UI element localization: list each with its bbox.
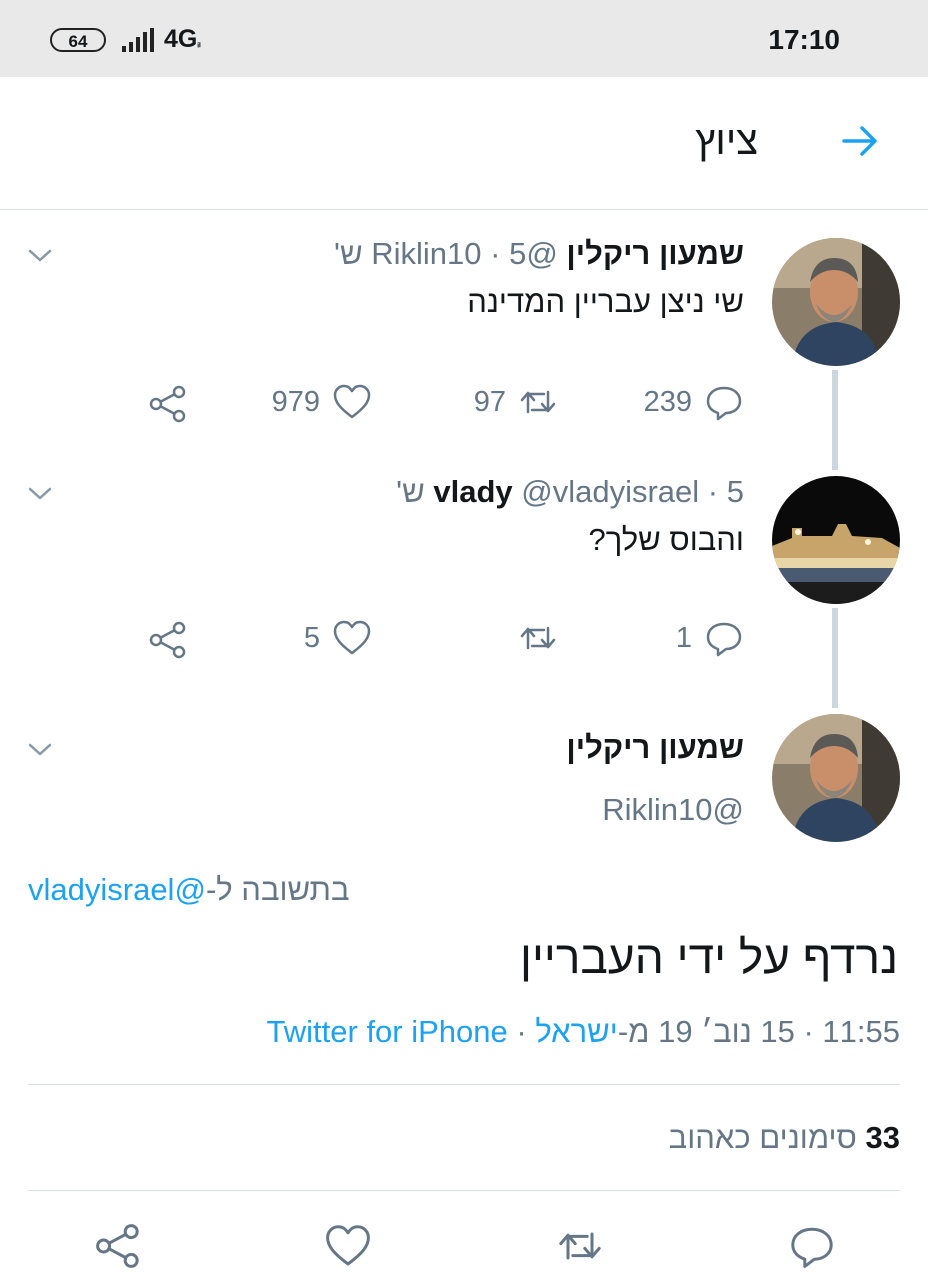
likes-summary[interactable]: 33 סימונים כאהוב	[669, 1120, 900, 1156]
heart-icon	[333, 620, 371, 655]
display-name[interactable]: שמעון ריקלין	[566, 236, 744, 271]
heart-icon	[333, 384, 371, 419]
avatar[interactable]	[772, 238, 900, 366]
share-icon[interactable]	[148, 384, 188, 424]
signal-icon	[122, 28, 154, 52]
reply-count: 1	[675, 621, 692, 654]
like-count: 5	[303, 621, 320, 654]
chevron-down-icon[interactable]	[28, 486, 52, 502]
retweet-icon[interactable]	[556, 1222, 604, 1270]
reply-prefix: בתשובה ל-	[205, 872, 350, 907]
handle[interactable]: @vladyisrael	[521, 474, 699, 509]
divider	[28, 1084, 900, 1085]
tweet-text: שי ניצן עבריין המדינה	[467, 284, 744, 319]
tweet-datetime: 11:55 · 15 נוב׳ 19 מ-	[617, 1014, 900, 1049]
thread-line	[832, 370, 838, 470]
like-action[interactable]: 5	[304, 618, 372, 658]
reply-to: בתשובה ל-@vladyisrael	[28, 872, 350, 908]
tweet-info: 11:55 · 15 נוב׳ 19 מ-ישראל · Twitter for…	[267, 1014, 900, 1050]
status-bar: 64 4Gᵢₗ 17:10	[0, 0, 928, 77]
location-link[interactable]: ישראל	[535, 1014, 618, 1049]
likes-count: 33	[865, 1120, 900, 1155]
avatar-photo	[772, 238, 900, 366]
dot-separator: ·	[490, 236, 501, 271]
retweet-icon	[520, 390, 556, 414]
dot-separator: ·	[707, 474, 719, 509]
header: ציוץ	[0, 77, 928, 210]
like-count: 979	[271, 385, 320, 418]
retweet-action[interactable]: 97	[474, 382, 558, 422]
client-link[interactable]: Twitter for iPhone	[267, 1014, 508, 1049]
info-separator: ·	[507, 1014, 536, 1049]
reply-count: 239	[643, 385, 692, 418]
tweet-text: והבוס שלך?	[588, 522, 744, 557]
tweet-header: vlady @vladyisrael · 5 ש'	[396, 474, 744, 510]
main-display-name[interactable]: שמעון ריקלין	[566, 730, 744, 766]
network-indicator: 4Gᵢₗ	[164, 25, 201, 54]
chevron-down-icon[interactable]	[28, 248, 52, 264]
share-icon[interactable]	[94, 1222, 142, 1270]
main-handle[interactable]: @Riklin10	[602, 792, 744, 828]
page-title: ציוץ	[695, 119, 758, 163]
handle[interactable]: @Riklin10	[371, 236, 558, 271]
tweet-header: שמעון ריקלין @Riklin10 · 5 ש'	[334, 236, 744, 272]
reply-action[interactable]: 239	[644, 382, 744, 422]
like-action[interactable]: 979	[272, 382, 372, 422]
avatar[interactable]	[772, 714, 900, 842]
heart-icon[interactable]	[324, 1222, 372, 1270]
reply-icon	[706, 386, 742, 421]
reply-action[interactable]: 1	[676, 618, 744, 658]
reply-icon[interactable]	[788, 1222, 836, 1270]
reply-icon	[706, 622, 742, 657]
retweet-count: 97	[473, 385, 506, 418]
display-name[interactable]: שמעון ריקלין	[566, 730, 744, 765]
avatar-photo	[772, 714, 900, 842]
avatar[interactable]	[772, 476, 900, 604]
main-tweet-text: נרדף על ידי העבריין	[520, 931, 898, 983]
network-sub: ᵢₗ	[197, 38, 201, 50]
retweet-icon	[520, 626, 556, 650]
network-label: 4G	[164, 25, 198, 53]
display-name[interactable]: vlady	[433, 474, 512, 509]
chevron-down-icon[interactable]	[28, 742, 52, 758]
divider	[28, 1190, 900, 1191]
reply-handle-link[interactable]: @vladyisrael	[28, 872, 206, 907]
share-icon[interactable]	[148, 620, 188, 660]
likes-label: סימונים כאהוב	[668, 1120, 857, 1155]
avatar-photo	[772, 476, 900, 604]
battery-icon: 64	[50, 28, 106, 52]
retweet-action[interactable]	[506, 618, 558, 658]
arrow-right-icon[interactable]	[840, 121, 880, 161]
clock: 17:10	[768, 24, 840, 55]
thread-line	[832, 608, 838, 708]
